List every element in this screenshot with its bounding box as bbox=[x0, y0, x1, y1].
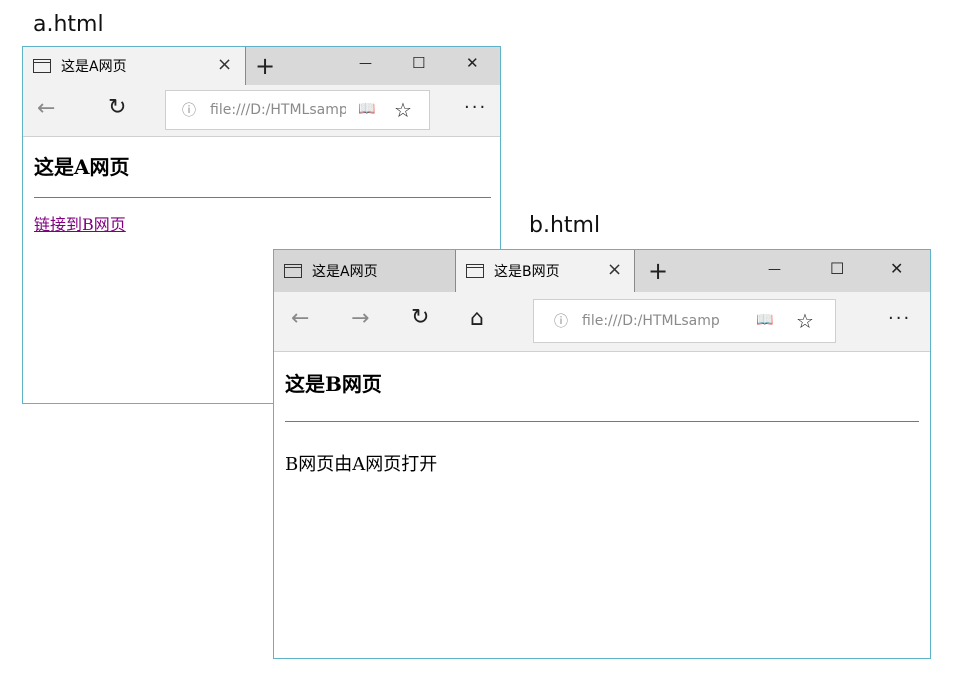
minimize-button[interactable]: — bbox=[768, 263, 781, 276]
page-icon bbox=[284, 264, 302, 278]
nav-bar: ← ↻ ⓘ file:///D:/HTMLsamp 📖 ☆ ··· bbox=[23, 85, 500, 137]
refresh-button[interactable]: ↻ bbox=[411, 307, 429, 329]
forward-button[interactable]: → bbox=[351, 308, 369, 330]
more-menu-button[interactable]: ··· bbox=[888, 310, 911, 328]
tab-close-icon[interactable]: × bbox=[607, 259, 622, 280]
page-paragraph: B网页由A网页打开 bbox=[285, 454, 438, 475]
caption-b-html: b.html bbox=[529, 213, 601, 238]
tab-close-icon[interactable]: × bbox=[217, 54, 232, 75]
close-window-button[interactable]: ✕ bbox=[890, 261, 903, 277]
favorite-star-icon[interactable]: ☆ bbox=[394, 98, 412, 122]
reading-view-icon[interactable]: 📖 bbox=[756, 312, 773, 328]
new-tab-button[interactable]: + bbox=[255, 54, 275, 78]
nav-bar: ← → ↻ ⌂ ⓘ file:///D:/HTMLsamp 📖 ☆ ··· bbox=[274, 292, 930, 352]
tab-title: 这是A网页 bbox=[312, 264, 378, 280]
back-button[interactable]: ← bbox=[37, 98, 55, 120]
tab-title: 这是A网页 bbox=[61, 59, 127, 75]
close-window-button[interactable]: ✕ bbox=[466, 56, 479, 71]
address-bar[interactable]: ⓘ file:///D:/HTMLsamp 📖 ☆ bbox=[165, 90, 430, 130]
tab-a[interactable]: 这是A网页 × bbox=[23, 47, 245, 85]
tab-divider bbox=[245, 47, 246, 85]
tab-a[interactable]: 这是A网页 bbox=[274, 250, 455, 292]
tab-bar: 这是A网页 × + — ☐ ✕ bbox=[23, 47, 500, 85]
url-text: file:///D:/HTMLsamp bbox=[210, 102, 346, 118]
favorite-star-icon[interactable]: ☆ bbox=[796, 309, 814, 333]
page-heading: 这是B网页 bbox=[285, 372, 382, 396]
horizontal-rule bbox=[34, 197, 491, 198]
page-content: 这是B网页 B网页由A网页打开 bbox=[274, 352, 930, 658]
tab-b[interactable]: 这是B网页 × bbox=[456, 250, 634, 292]
horizontal-rule bbox=[285, 421, 919, 422]
more-menu-button[interactable]: ··· bbox=[464, 99, 487, 117]
new-tab-button[interactable]: + bbox=[648, 259, 668, 283]
page-icon bbox=[466, 264, 484, 278]
caption-a-html: a.html bbox=[33, 12, 104, 37]
maximize-button[interactable]: ☐ bbox=[412, 56, 425, 71]
tab-title: 这是B网页 bbox=[494, 264, 560, 280]
back-button[interactable]: ← bbox=[291, 308, 309, 330]
browser-window-b: 这是A网页 这是B网页 × + — ☐ ✕ ← → ↻ ⌂ ⓘ file:///… bbox=[273, 249, 931, 659]
site-info-icon[interactable]: ⓘ bbox=[554, 311, 568, 331]
minimize-button[interactable]: — bbox=[359, 57, 372, 70]
refresh-button[interactable]: ↻ bbox=[108, 97, 126, 119]
maximize-button[interactable]: ☐ bbox=[830, 261, 844, 277]
page-heading: 这是A网页 bbox=[34, 155, 130, 179]
url-text: file:///D:/HTMLsamp bbox=[582, 313, 720, 329]
site-info-icon[interactable]: ⓘ bbox=[182, 100, 196, 120]
address-bar[interactable]: ⓘ file:///D:/HTMLsamp 📖 ☆ bbox=[533, 299, 836, 343]
tab-divider bbox=[634, 250, 635, 292]
tab-bar: 这是A网页 这是B网页 × + — ☐ ✕ bbox=[274, 250, 930, 292]
link-to-b[interactable]: 链接到B网页 bbox=[34, 211, 126, 235]
reading-view-icon[interactable]: 📖 bbox=[358, 101, 375, 117]
home-button[interactable]: ⌂ bbox=[470, 308, 484, 330]
page-icon bbox=[33, 59, 51, 73]
